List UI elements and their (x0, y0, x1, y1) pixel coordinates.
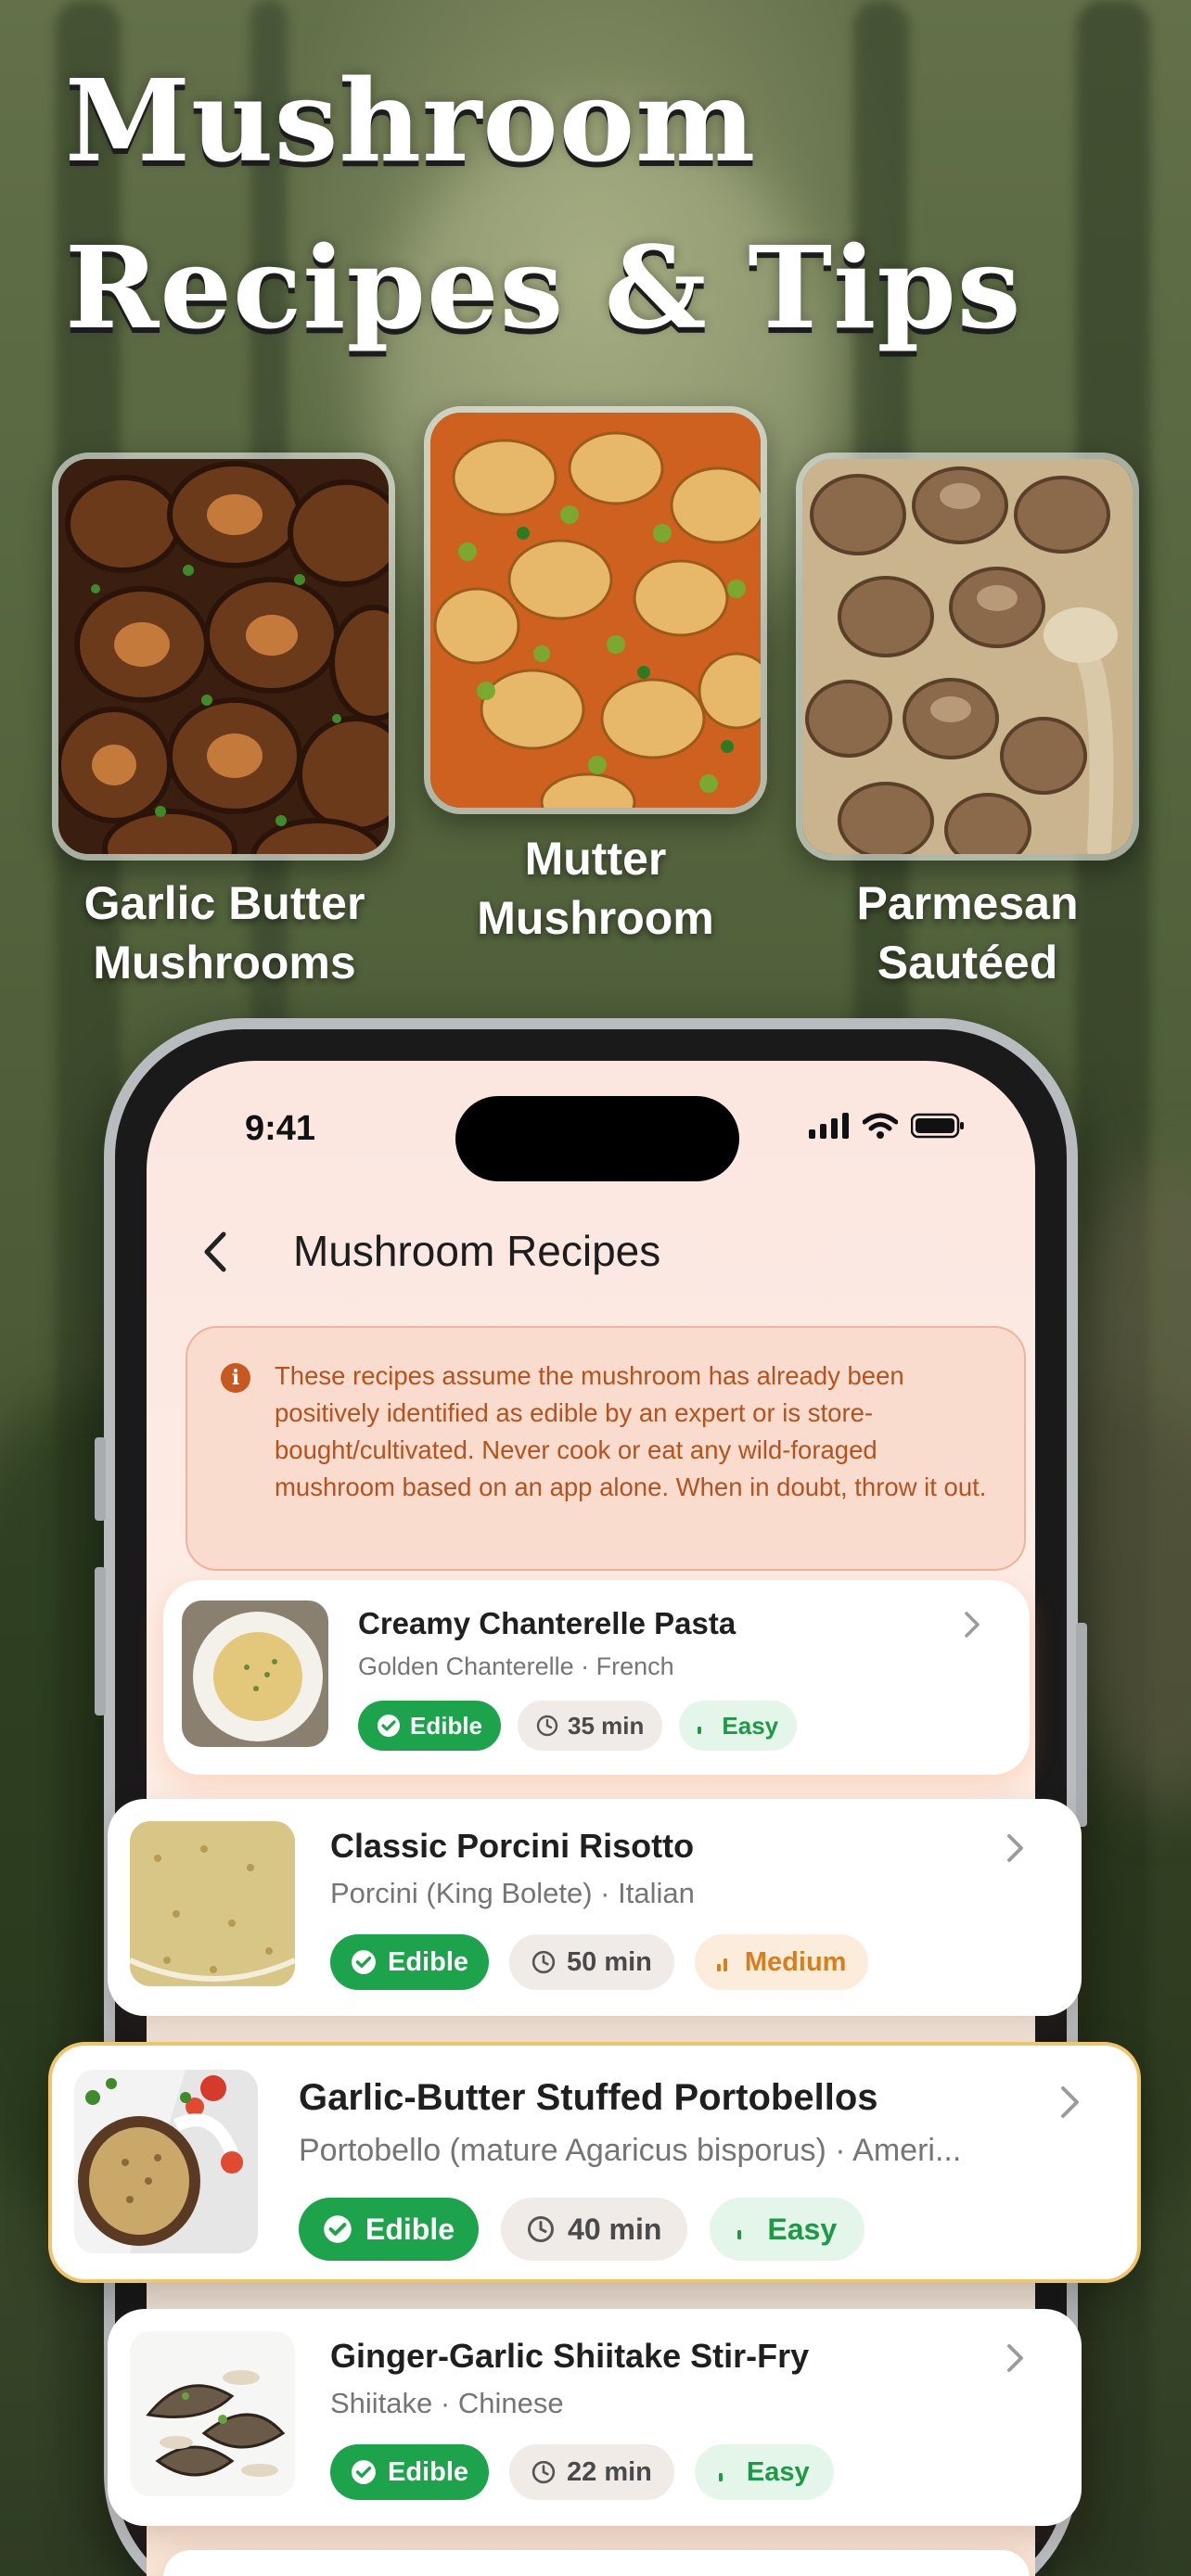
recipe-subtitle: Shiitake · Chinese (330, 2387, 564, 2419)
difficulty-bars-icon (718, 2463, 724, 2481)
difficulty-label: Easy (722, 1711, 779, 1740)
dish-caption-line: Mushrooms (93, 937, 356, 988)
edible-label: Edible (388, 1946, 469, 1977)
difficulty-badge: Easy (710, 2198, 865, 2261)
difficulty-bars-icon (698, 1717, 703, 1734)
cellular-signal-icon (809, 1113, 849, 1139)
chevron-right-icon (1005, 2342, 1026, 2378)
difficulty-bars-icon (737, 2219, 743, 2239)
phone-side-button (1076, 1623, 1087, 1827)
clock-icon (531, 2460, 556, 2484)
recipe-card[interactable]: Creamy Chanterelle Pasta Golden Chantere… (163, 1580, 1030, 1775)
time-label: 50 min (567, 1946, 652, 1977)
recipe-thumbnail (74, 2070, 258, 2253)
check-circle-icon (351, 2459, 377, 2485)
page-title: Mushroom Recipes (293, 1227, 661, 1275)
recipe-title: Classic Porcini Risotto (330, 1827, 695, 1865)
edible-badge: Edible (330, 2444, 490, 2500)
edible-badge: Edible (299, 2198, 480, 2261)
wifi-icon (863, 1113, 898, 1139)
phone-side-button (95, 1567, 106, 1715)
dish-caption-garlic-butter: Garlic Butter Mushrooms (30, 874, 419, 992)
edible-label: Edible (388, 2456, 469, 2487)
chevron-left-icon (204, 1231, 226, 1272)
recipe-thumbnail (182, 1600, 328, 1747)
time-badge: 35 min (518, 1701, 663, 1751)
edible-label: Edible (410, 1711, 483, 1740)
recipe-subtitle: Golden Chanterelle · French (358, 1652, 674, 1680)
chevron-right-icon (1059, 2085, 1082, 2124)
battery-icon (911, 1113, 964, 1139)
recipe-subtitle: Porcini (King Bolete) · Italian (330, 1877, 695, 1909)
dish-caption-mutter-mushroom: Mutter Mushroom (401, 829, 790, 948)
dish-caption-line: Mutter (524, 833, 667, 885)
time-badge: 40 min (501, 2198, 688, 2261)
dish-caption-line: Garlic Butter (83, 877, 365, 929)
dynamic-island (455, 1096, 739, 1181)
warning-text: These recipes assume the mushroom has al… (275, 1361, 987, 1501)
recipe-title: Garlic-Butter Stuffed Portobellos (299, 2077, 878, 2118)
recipe-chips: Edible 35 min Easy (358, 1701, 798, 1751)
recipe-title: Creamy Chanterelle Pasta (358, 1606, 736, 1640)
difficulty-badge: Medium (694, 1934, 869, 1990)
chevron-right-icon (1005, 1832, 1026, 1868)
check-circle-icon (351, 1949, 377, 1975)
recipe-thumbnail (130, 1821, 295, 1986)
check-circle-icon (377, 1714, 401, 1738)
recipe-chips: Edible 50 min Medium (330, 1934, 869, 1990)
clock-icon (531, 1950, 556, 1974)
dish-caption-parmesan-sauteed: Parmesan Sautéed (773, 874, 1162, 992)
dish-image-mutter-mushroom (424, 406, 767, 814)
time-badge: 22 min (509, 2444, 674, 2500)
status-time: 9:41 (245, 1109, 316, 1148)
time-badge: 50 min (509, 1934, 674, 1990)
edible-label: Edible (365, 2212, 455, 2246)
recipe-card[interactable]: Garlic-Butter Stuffed Portobellos Portob… (48, 2042, 1141, 2283)
recipe-card[interactable]: Ginger-Garlic Shiitake Stir-Fry Shiitake… (108, 2309, 1082, 2526)
dish-caption-line: Parmesan (856, 877, 1079, 929)
difficulty-bars-icon (716, 1953, 728, 1971)
recipe-thumbnail (130, 2331, 295, 2496)
recipe-card[interactable]: Classic Porcini Risotto Porcini (King Bo… (108, 1799, 1082, 2016)
recipe-card[interactable] (163, 2550, 1030, 2576)
recipe-chips: Edible 22 min Easy (330, 2444, 834, 2500)
difficulty-badge: Easy (679, 1701, 798, 1751)
recipe-chips: Edible 40 min Easy (299, 2198, 865, 2261)
phone-side-button (95, 1437, 106, 1521)
recipe-title: Ginger-Garlic Shiitake Stir-Fry (330, 2337, 810, 2375)
dish-image-parmesan-sauteed (796, 453, 1139, 861)
difficulty-badge: Easy (694, 2444, 834, 2500)
clock-icon (536, 1715, 558, 1737)
dish-image-garlic-butter (52, 453, 395, 861)
info-icon: i (221, 1363, 250, 1393)
dish-caption-line: Mushroom (477, 892, 714, 944)
edible-badge: Edible (358, 1701, 502, 1751)
safety-warning-banner: i These recipes assume the mushroom has … (186, 1326, 1026, 1571)
clock-icon (527, 2215, 555, 2243)
difficulty-label: Medium (744, 1946, 847, 1977)
dish-showcase: Garlic Butter Mushrooms Mutter Mushroom (0, 0, 1191, 1001)
edible-badge: Edible (330, 1934, 490, 1990)
check-circle-icon (323, 2214, 352, 2244)
time-label: 22 min (567, 2456, 652, 2487)
time-label: 35 min (568, 1711, 645, 1740)
chevron-right-icon (963, 1610, 981, 1644)
status-icons (809, 1113, 965, 1139)
recipe-subtitle: Portobello (mature Agaricus bisporus) · … (299, 2133, 962, 2168)
difficulty-label: Easy (767, 2212, 838, 2246)
dish-caption-line: Sautéed (877, 937, 1058, 988)
difficulty-label: Easy (746, 2456, 810, 2487)
back-button[interactable] (187, 1224, 243, 1280)
time-label: 40 min (568, 2212, 662, 2246)
